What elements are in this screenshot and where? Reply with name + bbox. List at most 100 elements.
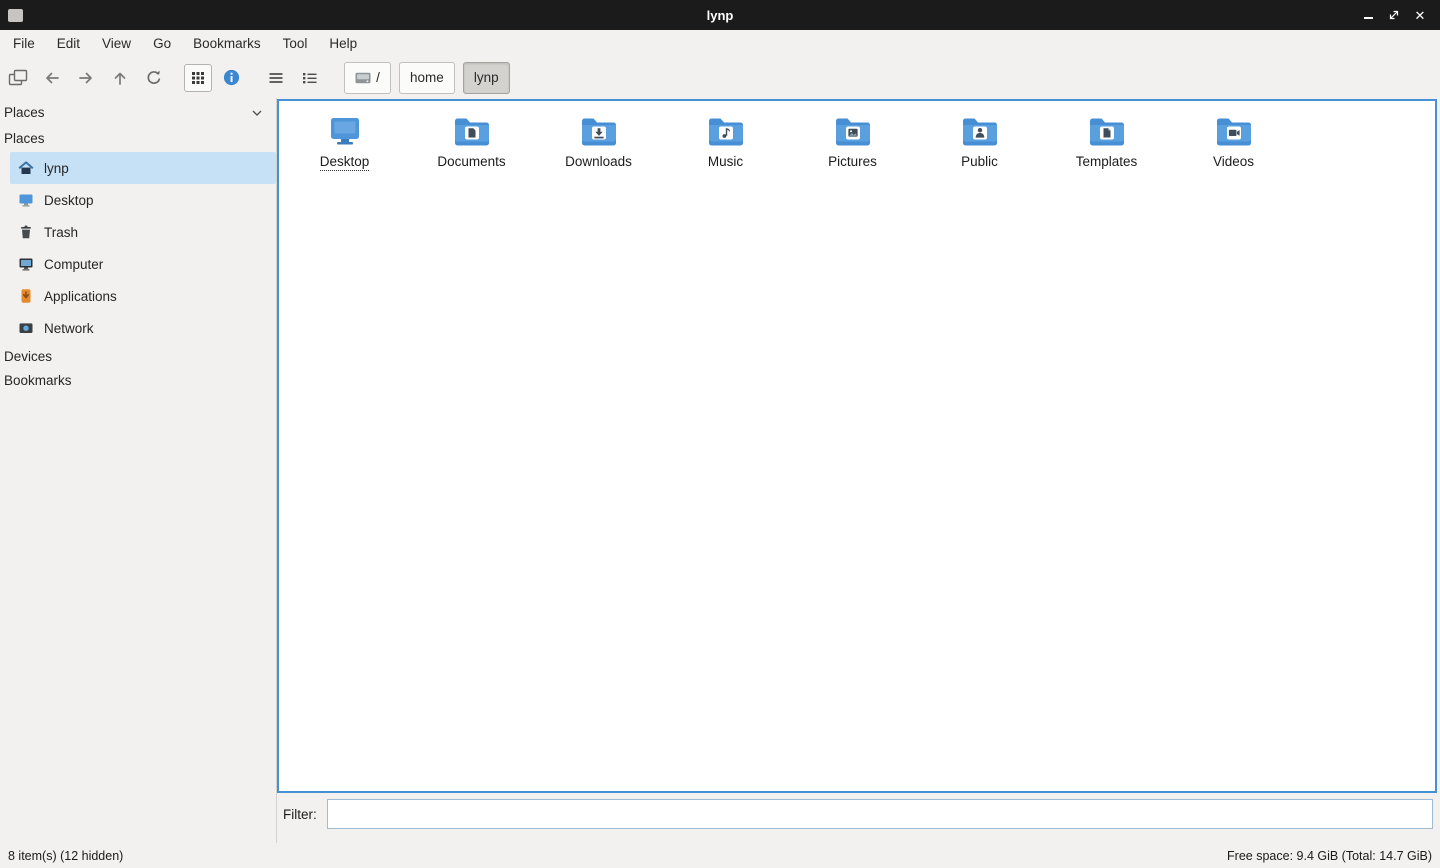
sidebar-section-devices[interactable]: Devices xyxy=(0,344,276,368)
menu-help[interactable]: Help xyxy=(318,30,368,57)
folder-label: Music xyxy=(708,154,743,170)
folder-desktop[interactable]: Desktop xyxy=(281,112,408,171)
folder-pictures[interactable]: Pictures xyxy=(789,112,916,171)
home-icon xyxy=(18,160,34,176)
titlebar: lynp ✕ xyxy=(0,0,1440,30)
folder-documents[interactable]: Documents xyxy=(408,112,535,171)
path-root-button[interactable]: / xyxy=(344,62,391,94)
folder-label: Templates xyxy=(1076,154,1138,170)
network-icon xyxy=(18,320,34,336)
templates-folder-icon xyxy=(1087,115,1127,149)
sidebar-item-label: Network xyxy=(44,321,94,336)
minimize-button[interactable] xyxy=(1360,7,1376,23)
pictures-folder-icon xyxy=(833,115,873,149)
up-arrow-icon xyxy=(111,69,129,87)
desktop-icon xyxy=(18,192,34,208)
folder-templates[interactable]: Templates xyxy=(1043,112,1170,171)
info-button[interactable] xyxy=(216,63,246,93)
sidebar-item-label: Desktop xyxy=(44,193,94,208)
new-tab-button[interactable] xyxy=(3,63,33,93)
forward-button[interactable] xyxy=(71,63,101,93)
menu-tool[interactable]: Tool xyxy=(272,30,319,57)
path-root-label: / xyxy=(376,70,380,85)
sidebar-item-desktop[interactable]: Desktop xyxy=(10,184,276,216)
toolbar: / home lynp xyxy=(0,57,1440,98)
sidebar-item-label: Computer xyxy=(44,257,103,272)
folder-label: Desktop xyxy=(320,154,370,171)
desktop-folder-icon xyxy=(325,115,365,149)
folder-music[interactable]: Music xyxy=(662,112,789,171)
sidebar-item-label: Applications xyxy=(44,289,117,304)
path-breadcrumb: / home lynp xyxy=(344,62,510,94)
refresh-button[interactable] xyxy=(139,63,169,93)
icon-view-button[interactable] xyxy=(184,64,212,92)
computer-icon xyxy=(18,256,34,272)
places-panel-label: Places xyxy=(4,105,45,120)
music-folder-icon xyxy=(706,115,746,149)
status-free-space: Free space: 9.4 GiB (Total: 14.7 GiB) xyxy=(1227,849,1432,863)
back-button[interactable] xyxy=(37,63,67,93)
folder-label: Downloads xyxy=(565,154,632,170)
places-section-title: Places xyxy=(0,125,276,152)
main-column: Desktop Documents Downloads Music Pictures Pu… xyxy=(277,98,1440,843)
status-item-count: 8 item(s) (12 hidden) xyxy=(8,849,123,863)
trash-icon xyxy=(18,224,34,240)
menubar: FileEditViewGoBookmarksToolHelp xyxy=(0,30,1440,57)
applications-icon xyxy=(18,288,34,304)
sidebar-item-label: lynp xyxy=(44,161,69,176)
folder-videos[interactable]: Videos xyxy=(1170,112,1297,171)
menu-edit[interactable]: Edit xyxy=(46,30,91,57)
window-title: lynp xyxy=(0,8,1440,23)
forward-arrow-icon xyxy=(77,69,95,87)
maximize-button[interactable] xyxy=(1386,7,1402,23)
places-panel-selector[interactable]: Places xyxy=(0,100,276,125)
folder-public[interactable]: Public xyxy=(916,112,1043,171)
menu-view[interactable]: View xyxy=(91,30,142,57)
menu-bookmarks[interactable]: Bookmarks xyxy=(182,30,272,57)
maximize-icon xyxy=(1388,9,1400,21)
minimize-icon xyxy=(1364,17,1373,19)
folder-label: Documents xyxy=(437,154,505,170)
grid-view-icon xyxy=(190,70,206,86)
places-list: lynp Desktop Trash Computer Applications Netw… xyxy=(0,152,276,344)
path-lynp-button[interactable]: lynp xyxy=(463,62,510,94)
sidebar-item-label: Trash xyxy=(44,225,78,240)
menu-file[interactable]: File xyxy=(2,30,46,57)
hamburger-icon xyxy=(267,69,285,87)
path-home-button[interactable]: home xyxy=(399,62,455,94)
content-area: Places Places lynp Desktop Trash Computer Ap… xyxy=(0,98,1440,843)
refresh-icon xyxy=(145,69,163,87)
file-manager-window: lynp ✕ FileEditViewGoBookmarksToolHelp xyxy=(0,0,1440,868)
filter-bar: Filter: xyxy=(277,793,1440,843)
sidebar: Places Places lynp Desktop Trash Computer Ap… xyxy=(0,98,277,843)
drive-icon xyxy=(355,72,371,84)
menu-button[interactable] xyxy=(261,63,291,93)
sidebar-item-computer[interactable]: Computer xyxy=(10,248,276,280)
back-arrow-icon xyxy=(43,69,61,87)
videos-folder-icon xyxy=(1214,115,1254,149)
sidebar-item-trash[interactable]: Trash xyxy=(10,216,276,248)
documents-folder-icon xyxy=(452,115,492,149)
folder-grid: Desktop Documents Downloads Music Pictures Pu… xyxy=(279,101,1435,171)
statusbar: 8 item(s) (12 hidden) Free space: 9.4 Gi… xyxy=(0,843,1440,868)
info-icon xyxy=(222,68,241,87)
filter-label: Filter: xyxy=(283,807,317,822)
downloads-folder-icon xyxy=(579,115,619,149)
filter-input[interactable] xyxy=(327,799,1433,829)
chevron-down-icon[interactable] xyxy=(251,109,263,117)
sidebar-item-applications[interactable]: Applications xyxy=(10,280,276,312)
list-view-button[interactable] xyxy=(295,63,325,93)
folder-label: Public xyxy=(961,154,998,170)
folder-view[interactable]: Desktop Documents Downloads Music Pictures Pu… xyxy=(277,99,1437,793)
sidebar-section-bookmarks[interactable]: Bookmarks xyxy=(0,368,276,392)
sidebar-item-lynp[interactable]: lynp xyxy=(10,152,276,184)
sidebar-item-network[interactable]: Network xyxy=(10,312,276,344)
list-view-icon xyxy=(301,69,319,87)
window-controls: ✕ xyxy=(1360,7,1440,23)
folder-label: Videos xyxy=(1213,154,1254,170)
close-button[interactable]: ✕ xyxy=(1412,7,1428,23)
folder-downloads[interactable]: Downloads xyxy=(535,112,662,171)
up-button[interactable] xyxy=(105,63,135,93)
menu-go[interactable]: Go xyxy=(142,30,182,57)
folder-label: Pictures xyxy=(828,154,877,170)
